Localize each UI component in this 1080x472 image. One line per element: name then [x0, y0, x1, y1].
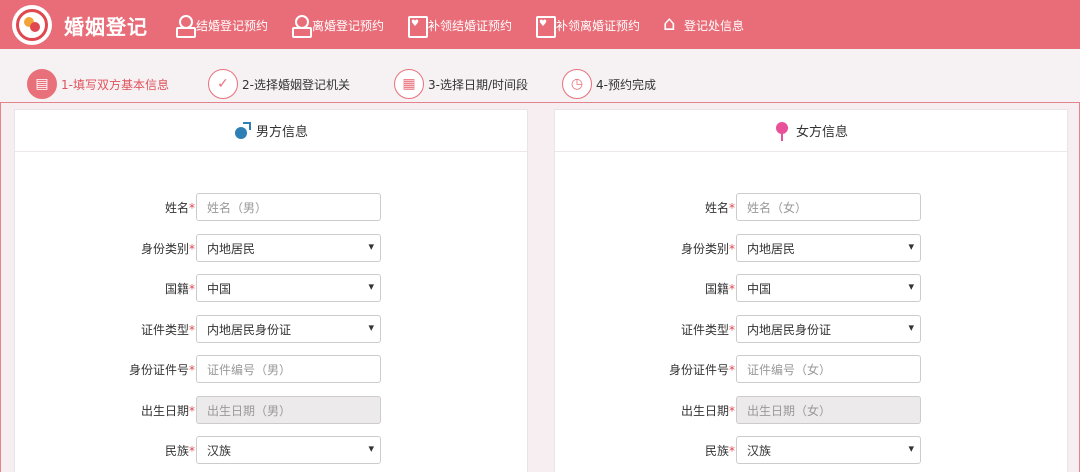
step-2: ✓ 2-选择婚姻登记机关	[208, 69, 350, 99]
female-idno-input[interactable]: 证件编号（女）	[736, 355, 921, 383]
male-idtype-select[interactable]: 内地居民	[196, 234, 381, 262]
step-label: 4-预约完成	[596, 77, 656, 92]
male-ethnic-select[interactable]: 汉族	[196, 436, 381, 464]
nav-registry-info[interactable]: 登记处信息	[663, 11, 745, 36]
certificate-icon	[535, 15, 556, 38]
nav-label: 补领结婚证预约	[428, 18, 513, 33]
male-name-row: 姓名* 姓名（男）	[15, 193, 529, 221]
nav-reissue-divorce-cert[interactable]: 补领离婚证预约	[535, 14, 641, 38]
male-ethnic-row: 民族* 汉族	[15, 436, 529, 464]
female-birthdate-input: 出生日期（女）	[736, 396, 921, 424]
step-label: 2-选择婚姻登记机关	[242, 77, 350, 92]
male-idno-row: 身份证件号* 证件编号（男）	[15, 355, 529, 383]
female-info-panel: 女方信息 姓名* 姓名（女） 身份类别* 内地居民 国籍* 中国 证件类型* 内…	[554, 109, 1068, 472]
field-label: 民族*	[704, 444, 735, 458]
nav-label: 登记处信息	[684, 18, 745, 33]
step-4: ◷ 4-预约完成	[562, 69, 656, 99]
male-name-input[interactable]: 姓名（男）	[196, 193, 381, 221]
female-idno-row: 身份证件号* 证件编号（女）	[555, 355, 1069, 383]
checkbox-tick-icon: ✓	[208, 69, 238, 99]
male-panel-title: 男方信息	[255, 125, 308, 140]
marriage-registration-logo[interactable]	[12, 5, 52, 45]
step-label: 1-填写双方基本信息	[61, 77, 169, 92]
field-label: 身份证件号*	[128, 363, 195, 377]
step-label: 3-选择日期/时间段	[428, 77, 529, 92]
field-label: 民族*	[164, 444, 195, 458]
female-nationality-select[interactable]: 中国	[736, 274, 921, 302]
calendar-clock-icon: ◷	[562, 69, 592, 99]
female-idtype-select[interactable]: 内地居民	[736, 234, 921, 262]
male-birthdate-input: 出生日期（男）	[196, 396, 381, 424]
logo-dot	[30, 22, 40, 32]
female-name-row: 姓名* 姓名（女）	[555, 193, 1069, 221]
male-symbol-icon	[234, 121, 251, 140]
female-panel-header: 女方信息	[555, 110, 1067, 152]
progress-steps: ▤ 1-填写双方基本信息 ✓ 2-选择婚姻登记机关 ▦ 3-选择日期/时间段 ◷…	[0, 58, 1080, 103]
female-doctype-select[interactable]: 内地居民身份证	[736, 315, 921, 343]
female-name-input[interactable]: 姓名（女）	[736, 193, 921, 221]
male-idno-input[interactable]: 证件编号（男）	[196, 355, 381, 383]
nav-marriage-appointment[interactable]: 结婚登记预约	[175, 14, 269, 38]
calendar-check-icon: ▦	[394, 69, 424, 99]
field-label: 身份证件号*	[668, 363, 735, 377]
field-label: 国籍*	[164, 282, 195, 296]
male-doctype-row: 证件类型* 内地居民身份证	[15, 315, 529, 343]
field-label: 国籍*	[704, 282, 735, 296]
male-idtype-row: 身份类别* 内地居民	[15, 234, 529, 262]
field-label: 证件类型*	[680, 323, 735, 337]
field-label: 身份类别*	[140, 242, 195, 256]
male-nationality-select[interactable]: 中国	[196, 274, 381, 302]
step-3: ▦ 3-选择日期/时间段	[394, 69, 528, 99]
nav-label: 结婚登记预约	[196, 18, 269, 33]
female-idtype-row: 身份类别* 内地居民	[555, 234, 1069, 262]
person-stamp-icon	[175, 15, 196, 38]
field-label: 身份类别*	[680, 242, 735, 256]
field-label: 证件类型*	[140, 323, 195, 337]
male-nationality-row: 国籍* 中国	[15, 274, 529, 302]
step-1: ▤ 1-填写双方基本信息	[27, 69, 169, 99]
nav-divorce-appointment[interactable]: 离婚登记预约	[291, 14, 385, 38]
male-panel-header: 男方信息	[15, 110, 527, 152]
female-symbol-icon	[774, 121, 790, 141]
brand-title[interactable]: 婚姻登记	[64, 11, 148, 40]
field-label: 出生日期*	[140, 404, 195, 418]
nav-label: 离婚登记预约	[312, 18, 385, 33]
female-ethnic-row: 民族* 汉族	[555, 436, 1069, 464]
person-stamp-icon	[291, 15, 312, 38]
id-card-icon: ▤	[27, 69, 57, 99]
female-nationality-row: 国籍* 中国	[555, 274, 1069, 302]
field-label: 出生日期*	[680, 404, 735, 418]
female-birth-row: 出生日期* 出生日期（女）	[555, 396, 1069, 424]
female-panel-title: 女方信息	[795, 125, 848, 140]
male-doctype-select[interactable]: 内地居民身份证	[196, 315, 381, 343]
form-frame: 男方信息 姓名* 姓名（男） 身份类别* 内地居民 国籍* 中国 证件类型* 内…	[0, 102, 1080, 472]
certificate-icon	[407, 15, 428, 38]
field-label: 姓名*	[164, 201, 195, 215]
male-info-panel: 男方信息 姓名* 姓名（男） 身份类别* 内地居民 国籍* 中国 证件类型* 内…	[14, 109, 528, 472]
top-nav-bar: 婚姻登记 结婚登记预约 离婚登记预约 补领结婚证预约 补领离婚证预约 登记处信息	[0, 0, 1080, 49]
field-label: 姓名*	[704, 201, 735, 215]
female-doctype-row: 证件类型* 内地居民身份证	[555, 315, 1069, 343]
house-icon	[663, 11, 681, 35]
nav-label: 补领离婚证预约	[556, 18, 641, 33]
nav-reissue-marriage-cert[interactable]: 补领结婚证预约	[407, 14, 513, 38]
male-birth-row: 出生日期* 出生日期（男）	[15, 396, 529, 424]
female-ethnic-select[interactable]: 汉族	[736, 436, 921, 464]
